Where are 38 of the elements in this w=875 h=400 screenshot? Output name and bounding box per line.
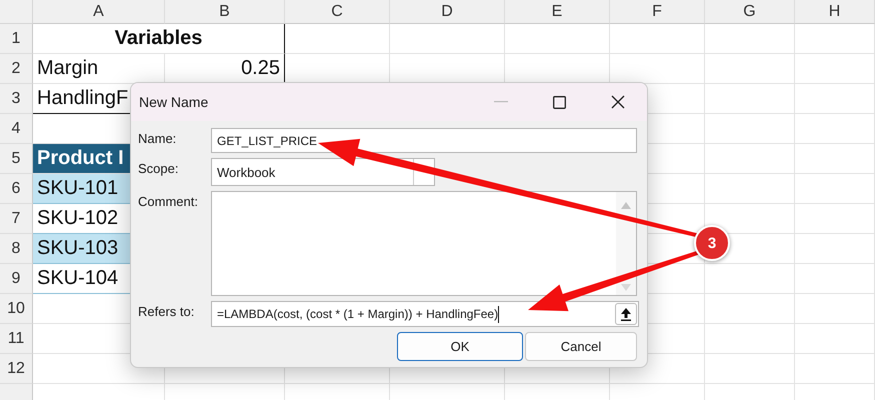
comment-field[interactable] — [211, 191, 637, 296]
title-cell: Variables — [33, 24, 285, 54]
row-header[interactable]: 2 — [0, 54, 33, 84]
row-header[interactable]: 7 — [0, 204, 33, 234]
row-header[interactable]: 11 — [0, 324, 33, 354]
row-header[interactable]: 5 — [0, 144, 33, 174]
column-header[interactable]: F — [610, 0, 705, 24]
row-header[interactable]: 9 — [0, 264, 33, 294]
scroll-up-icon[interactable] — [621, 202, 631, 209]
column-header[interactable]: A — [33, 0, 165, 24]
step-badge: 3 — [694, 225, 730, 261]
row-header[interactable]: 4 — [0, 114, 33, 144]
scope-dropdown[interactable]: Workbook — [211, 158, 435, 186]
upload-icon — [621, 308, 631, 320]
row-header[interactable]: 6 — [0, 174, 33, 204]
field-label: Name: — [138, 130, 178, 146]
close-icon[interactable] — [611, 95, 625, 109]
field-label: Refers to: — [138, 303, 196, 319]
column-header[interactable]: C — [285, 0, 390, 24]
scroll-down-icon[interactable] — [621, 284, 631, 291]
cancel-button[interactable]: Cancel — [525, 332, 637, 361]
maximize-icon[interactable] — [553, 96, 566, 108]
select-all-button[interactable] — [0, 0, 33, 24]
row-header[interactable]: 8 — [0, 234, 33, 264]
column-header[interactable]: B — [165, 0, 285, 24]
column-header[interactable]: D — [390, 0, 505, 24]
name-field[interactable]: GET_LIST_PRICE — [211, 128, 637, 153]
row-header[interactable]: 3 — [0, 84, 33, 114]
minimize-icon[interactable] — [494, 101, 508, 103]
column-header[interactable]: G — [705, 0, 795, 24]
collapse-button[interactable] — [615, 303, 637, 325]
ok-button[interactable]: OK — [397, 332, 523, 361]
row-header[interactable]: 12 — [0, 354, 33, 384]
column-header[interactable]: H — [795, 0, 875, 24]
refers-to-field[interactable]: =LAMBDA(cost, (cost * (1 + Margin)) + HandlingFee) — [211, 301, 639, 327]
row-header[interactable]: 10 — [0, 294, 33, 324]
row-header[interactable]: 1 — [0, 24, 33, 54]
column-header[interactable]: E — [505, 0, 610, 24]
